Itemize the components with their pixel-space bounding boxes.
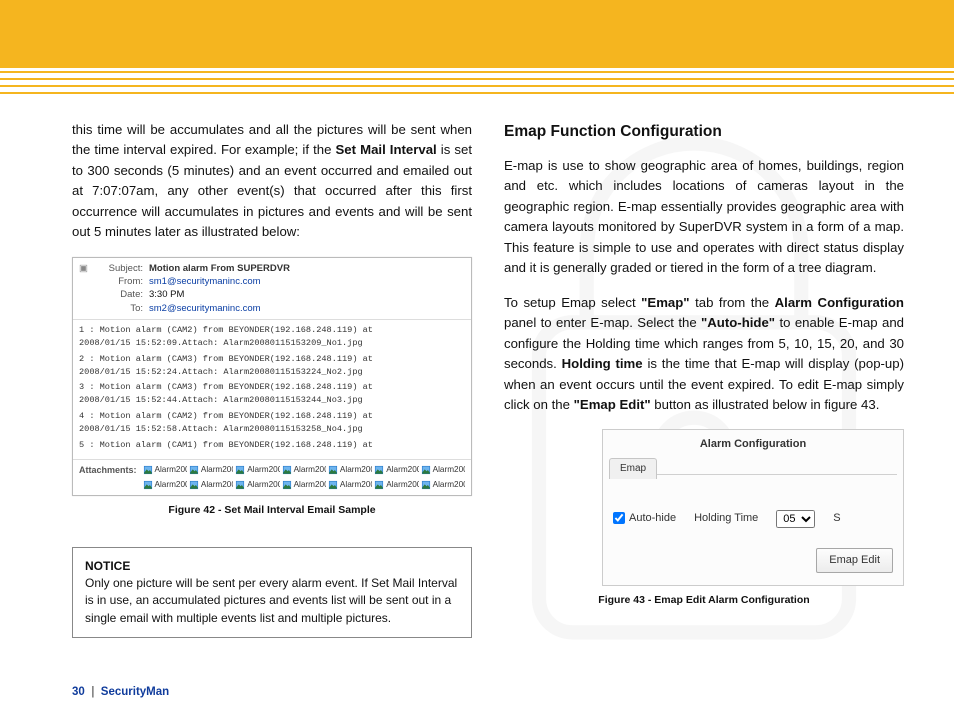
image-file-icon: [421, 465, 431, 475]
attachments-grid: Alarm2008015.. Alarm2008015.. Alarm2008015…: [143, 464, 465, 491]
email-body-entry: 2 : Motion alarm (CAM3) from BEYONDER(19…: [79, 353, 465, 379]
attachment-filename: Alarm2008015..: [155, 464, 187, 477]
attachment-filename: Alarm2008015..: [294, 479, 326, 492]
holding-time-unit: S: [833, 510, 840, 527]
attachment-filename: Alarm2008015..: [294, 464, 326, 477]
attachment-item[interactable]: Alarm2008015..: [421, 464, 465, 477]
image-file-icon: [282, 465, 292, 475]
image-file-icon: [421, 480, 431, 490]
attachment-item[interactable]: Alarm2008015..: [374, 464, 418, 477]
email-subject: Motion alarm From SUPERDVR: [149, 262, 290, 275]
subject-label: Subject:: [95, 262, 143, 275]
auto-hide-label: Auto-hide: [629, 510, 676, 527]
right-column: Emap Function Configuration E-map is use…: [504, 120, 904, 676]
image-file-icon: [143, 465, 153, 475]
set-mail-interval-bold: Set Mail Interval: [335, 142, 436, 157]
auto-hide-checkbox[interactable]: Auto-hide: [613, 510, 676, 527]
email-attachments: Attachments: Alarm2008015..Alarm2008015.…: [73, 460, 471, 495]
notice-body: Only one picture will be sent per every …: [85, 576, 457, 625]
page-number: 30: [72, 686, 85, 698]
figure-42-email-sample: ▣ Subject: Motion alarm From SUPERDVR Fr…: [72, 257, 472, 497]
attachment-item[interactable]: Alarm2008015..: [282, 479, 326, 492]
image-file-icon: [189, 480, 199, 490]
to-label: To:: [95, 302, 143, 315]
from-label: From:: [95, 275, 143, 288]
email-header: ▣ Subject: Motion alarm From SUPERDVR Fr…: [73, 258, 471, 320]
tab-emap[interactable]: Emap: [609, 458, 657, 479]
email-body: 1 : Motion alarm (CAM2) from BEYONDER(19…: [73, 320, 471, 460]
intro-paragraph: this time will be accumulates and all th…: [72, 120, 472, 243]
attachment-item[interactable]: Alarm2008015..: [143, 464, 187, 477]
attachment-item[interactable]: Alarm2008015..: [282, 464, 326, 477]
accent-rules: [0, 68, 954, 96]
attachment-item[interactable]: Alarm2008015..: [235, 464, 279, 477]
footer-brand: SecurityMan: [101, 686, 169, 698]
email-body-entry: 5 : Motion alarm (CAM1) from BEYONDER(19…: [79, 439, 465, 452]
page-footer: 30 | SecurityMan: [72, 686, 169, 698]
attachment-item[interactable]: Alarm2008015..: [189, 464, 233, 477]
image-file-icon: [235, 465, 245, 475]
notice-title: NOTICE: [85, 558, 459, 575]
figure-42-caption: Figure 42 - Set Mail Interval Email Samp…: [72, 502, 472, 518]
attachment-filename: Alarm2008015..: [247, 464, 279, 477]
emap-heading: Emap Function Configuration: [504, 120, 904, 144]
image-file-icon: [328, 465, 338, 475]
image-file-icon: [328, 480, 338, 490]
emap-paragraph-2: To setup Emap select "Emap" tab from the…: [504, 293, 904, 416]
attachments-label: Attachments:: [79, 464, 137, 491]
emap-paragraph-1: E-map is use to show geographic area of …: [504, 156, 904, 279]
attachment-filename: Alarm2008015..: [247, 479, 279, 492]
image-file-icon: [374, 480, 384, 490]
image-file-icon: [374, 465, 384, 475]
attachment-filename: Alarm2008015..: [340, 464, 372, 477]
attachment-item[interactable]: Alarm2008015..: [235, 479, 279, 492]
image-file-icon: [189, 465, 199, 475]
attachment-item[interactable]: Alarm2008015..: [421, 479, 465, 492]
holding-time-select[interactable]: 05: [776, 510, 815, 528]
attachment-item[interactable]: Alarm2008015..: [189, 479, 233, 492]
figure-43-caption: Figure 43 - Emap Edit Alarm Configuratio…: [504, 592, 904, 608]
notice-box: NOTICE Only one picture will be sent per…: [72, 547, 472, 639]
attachment-filename: Alarm2008015..: [340, 479, 372, 492]
footer-separator: |: [91, 686, 94, 698]
image-file-icon: [143, 480, 153, 490]
image-file-icon: [235, 480, 245, 490]
auto-hide-input[interactable]: [613, 512, 625, 524]
email-body-entry: 4 : Motion alarm (CAM2) from BEYONDER(19…: [79, 410, 465, 436]
email-body-entry: 3 : Motion alarm (CAM3) from BEYONDER(19…: [79, 381, 465, 407]
left-column: this time will be accumulates and all th…: [72, 120, 472, 676]
attachment-item[interactable]: Alarm2008015..: [328, 479, 372, 492]
attachment-filename: Alarm2008015..: [433, 464, 465, 477]
figure-43-alarm-config: Alarm Configuration Emap Auto-hide Holdi…: [602, 429, 904, 585]
email-body-entry: 1 : Motion alarm (CAM2) from BEYONDER(19…: [79, 324, 465, 350]
attachment-filename: Alarm2008015..: [386, 464, 418, 477]
attachment-filename: Alarm2008015..: [155, 479, 187, 492]
email-from: sm1@securitymaninc.com: [149, 275, 261, 288]
attachment-filename: Alarm2008015..: [201, 479, 233, 492]
attachment-item[interactable]: Alarm2008015..: [374, 479, 418, 492]
manual-page: this time will be accumulates and all th…: [0, 0, 954, 716]
attachment-item[interactable]: Alarm2008015..: [143, 479, 187, 492]
date-label: Date:: [95, 288, 143, 301]
email-date: 3:30 PM: [149, 288, 184, 301]
email-to: sm2@securitymaninc.com: [149, 302, 261, 315]
top-accent-bar: [0, 0, 954, 68]
attachment-filename: Alarm2008015..: [201, 464, 233, 477]
content-columns: this time will be accumulates and all th…: [72, 120, 904, 676]
image-file-icon: [282, 480, 292, 490]
attachment-item[interactable]: Alarm2008015..: [328, 464, 372, 477]
holding-time-label: Holding Time: [694, 510, 758, 527]
emap-edit-button[interactable]: Emap Edit: [816, 548, 893, 573]
alarm-config-body: Auto-hide Holding Time 05 S: [603, 476, 903, 540]
attachment-filename: Alarm2008015..: [386, 479, 418, 492]
attachment-filename: Alarm2008015..: [433, 479, 465, 492]
